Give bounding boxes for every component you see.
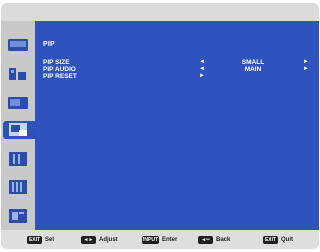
sidebar-item-display[interactable] [5,150,31,168]
sidebar [1,21,35,230]
schedule-icon [8,97,28,109]
exit-key-icon: EXIT [27,235,42,244]
footer-label: Enter [162,236,178,243]
sidebar-item-info[interactable] [5,207,31,225]
footer-key-sel: EXIT Sel [27,235,54,244]
footer-key-guide: EXIT Sel ◄► Adjust INPUT Enter ◄═ Back E… [1,230,319,249]
menu-row-pip-reset[interactable]: PIP RESET ► [43,72,313,81]
footer-key-enter: INPUT Enter [142,235,177,244]
exit-key-icon: EXIT [263,235,278,244]
pip-icon [9,123,27,136]
picture-icon [8,39,28,51]
footer-key-back: ◄═ Back [198,235,230,244]
footer-label: Quit [281,236,293,243]
info-icon [9,209,27,223]
sidebar-item-audio[interactable] [5,65,31,83]
right-arrow-icon[interactable]: ► [199,72,205,81]
back-key-icon: ◄═ [198,235,213,244]
menu-title: PIP [43,41,55,48]
advanced-icon [9,180,27,194]
osd-panel: PIP PIP SIZE ◄ SMALL ► PIP AUDIO ◄ MAIN … [1,3,319,249]
top-strip [1,3,319,21]
row-label: PIP RESET [43,73,77,80]
menu-area: PIP PIP SIZE ◄ SMALL ► PIP AUDIO ◄ MAIN … [35,21,319,230]
sidebar-item-schedule[interactable] [5,94,31,112]
footer-label: Adjust [99,236,118,243]
display-icon [9,152,27,166]
footer-label: Sel [45,236,55,243]
sidebar-item-advanced[interactable] [5,178,31,196]
footer-label: Back [216,236,231,243]
left-right-key-icon: ◄► [81,235,96,244]
sidebar-item-pip[interactable] [3,121,35,139]
input-key-icon: INPUT [142,235,159,244]
footer-key-adjust: ◄► Adjust [81,235,118,244]
audio-icon [9,68,26,80]
footer-key-quit: EXIT Quit [263,235,293,244]
sidebar-item-picture[interactable] [5,36,31,54]
